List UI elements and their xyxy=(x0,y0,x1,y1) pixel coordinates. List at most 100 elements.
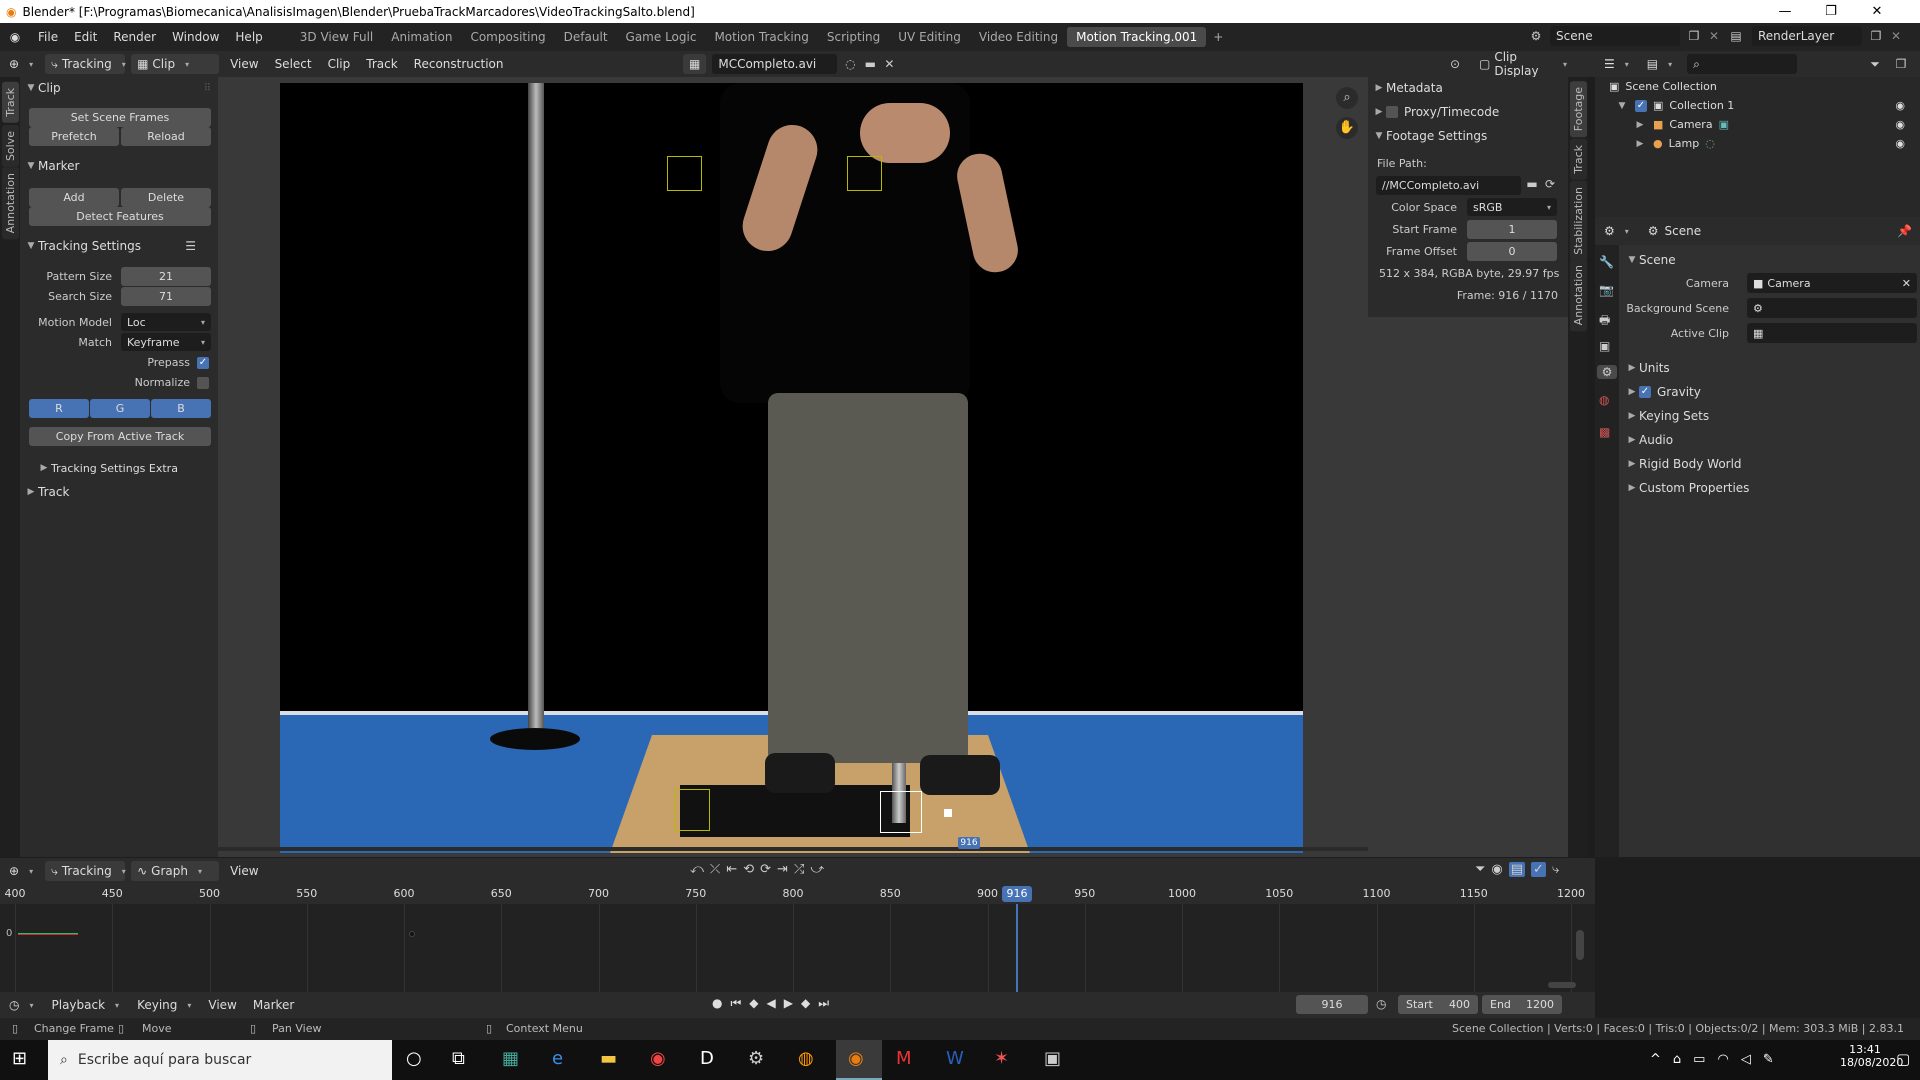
scene-panel-header[interactable]: ▼ Scene xyxy=(1625,249,1915,271)
tab-stabilization[interactable]: Stabilization xyxy=(1570,181,1587,261)
tracking-settings-header[interactable]: ▼ Tracking Settings ☰ xyxy=(24,235,214,257)
outliner-scene-collection[interactable]: ▣ Scene Collection xyxy=(1609,80,1717,93)
footage-settings-header[interactable]: ▼ Footage Settings xyxy=(1372,125,1562,147)
video-frame[interactable] xyxy=(280,83,1303,853)
minimize-button[interactable]: — xyxy=(1762,0,1808,23)
marker-panel-header[interactable]: ▼ Marker xyxy=(24,155,214,177)
delete-marker-button[interactable]: Delete xyxy=(121,188,211,207)
marker-handle[interactable] xyxy=(944,809,952,817)
current-frame-badge[interactable]: 916 xyxy=(1002,886,1032,902)
tracking-settings-extra-header[interactable]: ▶ Tracking Settings Extra xyxy=(37,457,212,479)
proxy-header[interactable]: ▶ Proxy/Timecode xyxy=(1372,101,1562,123)
tab-compositing[interactable]: Compositing xyxy=(461,27,554,47)
graph-menu-view[interactable]: View xyxy=(222,864,266,878)
graph-editor-type[interactable]: ⊕ ▾ xyxy=(3,861,39,881)
tab-solve[interactable]: Solve xyxy=(2,125,19,168)
custom-properties-panel-header[interactable]: ▶ Custom Properties xyxy=(1625,477,1915,499)
menu-track[interactable]: Track xyxy=(358,57,405,71)
clear-camera-icon[interactable]: ✕ xyxy=(1902,277,1911,290)
close-window-button[interactable]: ✕ xyxy=(1854,0,1900,23)
outliner-camera[interactable]: ▶ ■ Camera ▣ ◉ xyxy=(1633,118,1915,131)
show-frames-icon[interactable]: ▤ xyxy=(1508,862,1526,877)
view-selector[interactable]: ▦ Clip ▾ xyxy=(131,54,220,74)
tab-annotation[interactable]: Annotation xyxy=(2,167,19,240)
outliner-editor-type[interactable]: ☰ ▾ xyxy=(1598,54,1635,74)
clear-track-icon[interactable]: ⤫ xyxy=(710,862,720,877)
track-marker[interactable] xyxy=(667,156,702,191)
keying-sets-panel-header[interactable]: ▶ Keying Sets xyxy=(1625,405,1915,427)
clip-name-field[interactable]: MCCompleto.avi xyxy=(712,54,838,74)
scene-selector[interactable]: Scene xyxy=(1550,26,1680,46)
delete-scene-icon[interactable]: ✕ xyxy=(1705,29,1723,43)
edge-icon[interactable]: e xyxy=(552,1048,563,1069)
green-channel-toggle[interactable]: G xyxy=(90,399,150,418)
prev-keyframe-icon[interactable]: ◆ xyxy=(749,996,758,1011)
volume-icon[interactable]: ◁ xyxy=(1741,1052,1751,1067)
tray-chevron-icon[interactable]: ^ xyxy=(1650,1052,1661,1067)
presets-list-icon[interactable]: ☰ xyxy=(185,239,196,253)
clip-panel-header[interactable]: ▼ Clip ⠿ xyxy=(20,77,218,99)
outliner-collection-1[interactable]: ▼ ✓ ▣ Collection 1 ◉ xyxy=(1615,99,1915,112)
taskbar-clock[interactable]: 13:41 18/08/2020 xyxy=(1840,1043,1903,1069)
eye-icon[interactable]: ◉ xyxy=(1895,99,1905,112)
record-icon[interactable]: ● xyxy=(712,996,722,1011)
background-scene-field[interactable]: ⚙ xyxy=(1747,298,1917,318)
graph-mode-selector[interactable]: ⤷ Tracking ▾ xyxy=(45,861,126,881)
add-marker-button[interactable]: Add xyxy=(29,188,119,207)
windows-start-icon[interactable]: ⊞ xyxy=(12,1048,27,1069)
menu-edit[interactable]: Edit xyxy=(66,30,105,44)
audio-panel-header[interactable]: ▶ Audio xyxy=(1625,429,1915,451)
proxy-checkbox[interactable] xyxy=(1386,106,1398,118)
playback-menu[interactable]: Playback ▾ xyxy=(46,995,126,1015)
playhead[interactable] xyxy=(1016,904,1018,992)
clear-end-icon[interactable]: ⇥ xyxy=(777,862,788,877)
tab-motion-tracking-001[interactable]: Motion Tracking.001 xyxy=(1067,27,1207,47)
clear-after-icon[interactable]: ⟳ xyxy=(760,862,771,877)
clock-icon[interactable]: ◷ xyxy=(1376,997,1386,1011)
detect-features-button[interactable]: Detect Features xyxy=(29,207,211,226)
join-tracks-icon[interactable]: ⤮ xyxy=(794,862,804,877)
add-workspace-icon[interactable]: + xyxy=(1206,30,1230,44)
app-video-icon[interactable]: ▣ xyxy=(1044,1048,1061,1069)
clear-before-icon[interactable]: ⇤ xyxy=(726,862,737,877)
scrub-bar[interactable] xyxy=(218,847,1368,851)
show-curves-icon[interactable]: ✓ xyxy=(1531,862,1546,877)
units-panel-header[interactable]: ▶ Units xyxy=(1625,357,1915,379)
track-marker[interactable] xyxy=(847,156,882,191)
horizontal-scrollbar[interactable] xyxy=(1548,982,1576,988)
notifications-icon[interactable]: ▢ xyxy=(1896,1050,1910,1068)
frame-ruler[interactable]: 916 400 450 500 550 600 650 700 750 800 850 900 950… xyxy=(0,884,1595,904)
battery-icon[interactable]: ▭ xyxy=(1693,1052,1705,1067)
gravity-checkbox[interactable]: ✓ xyxy=(1639,386,1651,398)
new-layer-icon[interactable]: ❐ xyxy=(1865,29,1887,43)
clear-path-icon[interactable]: ⟲ xyxy=(743,862,754,877)
color-space-dropdown[interactable]: sRGB ▾ xyxy=(1467,198,1557,216)
timeline-editor-type[interactable]: ◷ ▾ xyxy=(3,995,40,1015)
track-backward-icon[interactable]: ⤺ xyxy=(690,862,704,877)
fake-user-icon[interactable]: ◌ xyxy=(840,57,860,71)
outliner-search-input[interactable]: ⌕ xyxy=(1687,54,1798,74)
end-frame-range-field[interactable]: End 1200 xyxy=(1482,995,1562,1014)
collection-checkbox[interactable]: ✓ xyxy=(1635,99,1647,112)
filter-icon[interactable]: ⏷ xyxy=(1863,57,1887,72)
play-icon[interactable]: ▶ xyxy=(784,996,793,1011)
track-forward-icon[interactable]: ⤻ xyxy=(810,862,824,877)
gravity-panel-header[interactable]: ▶ ✓ Gravity xyxy=(1625,381,1915,403)
chrome-icon[interactable]: ◉ xyxy=(650,1048,666,1069)
app-m-icon[interactable]: M xyxy=(896,1048,912,1069)
tab-uv-editing[interactable]: UV Editing xyxy=(889,27,970,47)
output-tab-icon[interactable]: 🖶 xyxy=(1599,311,1610,332)
render-tab-icon[interactable]: 📷 xyxy=(1599,283,1614,297)
set-scene-frames-button[interactable]: Set Scene Frames xyxy=(29,108,211,127)
track-marker[interactable] xyxy=(675,789,710,831)
settings-gear-icon[interactable]: ⚙ xyxy=(748,1048,764,1069)
scene-camera-field[interactable]: ■ Camera ✕ xyxy=(1747,273,1917,293)
menu-clip[interactable]: Clip xyxy=(320,57,359,71)
search-size-field[interactable]: 71 xyxy=(121,287,211,306)
timeline-marker-menu[interactable]: Marker xyxy=(245,998,302,1012)
rigid-body-world-panel-header[interactable]: ▶ Rigid Body World xyxy=(1625,453,1915,475)
eye-icon[interactable]: ◉ xyxy=(1895,118,1905,131)
prepass-checkbox[interactable]: ✓ xyxy=(197,357,209,369)
display-mode-dropdown[interactable]: ▤ ▾ xyxy=(1641,54,1678,74)
keyframe-point[interactable] xyxy=(409,931,415,937)
